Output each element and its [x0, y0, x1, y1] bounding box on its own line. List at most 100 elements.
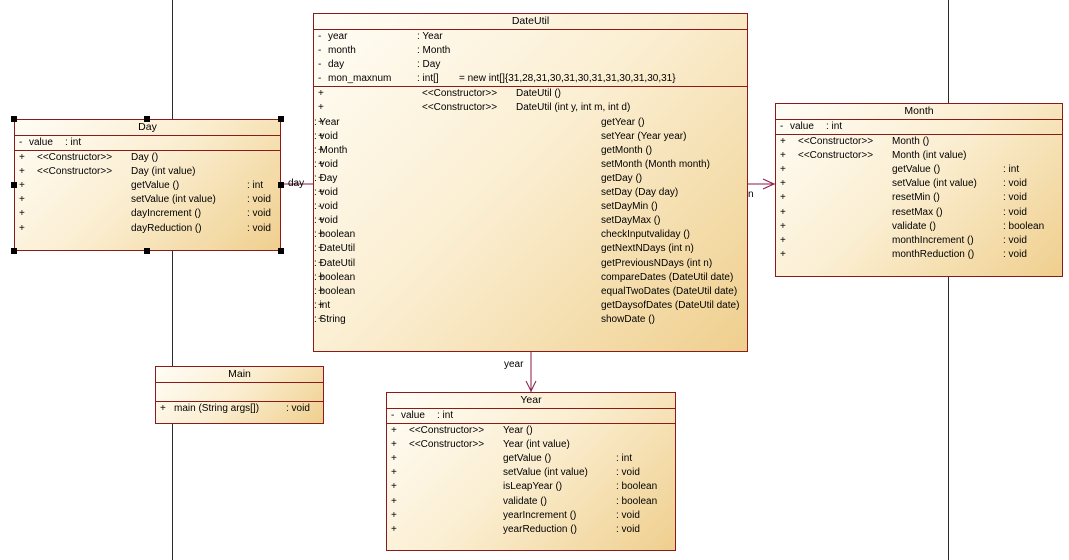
- operation-stereo: <<Constructor>>: [409, 439, 485, 451]
- selection-handle[interactable]: [11, 182, 17, 188]
- operation-row[interactable]: + showDate (): String: [314, 313, 747, 327]
- operation-row[interactable]: + getYear (): Year: [314, 116, 747, 130]
- operation-row[interactable]: + <<Constructor>> Year (int value): [387, 438, 675, 452]
- operation-row[interactable]: + setValue (int value): void: [776, 177, 1062, 191]
- operation-ret: : boolean: [616, 481, 658, 493]
- operation-ret: : void: [314, 130, 338, 142]
- operation-ret: : Day: [314, 172, 338, 184]
- attribute-row[interactable]: - day: Day: [314, 58, 747, 72]
- selection-handle[interactable]: [144, 248, 150, 254]
- operation-row[interactable]: + <<Constructor>> Day (int value): [15, 165, 280, 179]
- operation-row[interactable]: + getDaysofDates (DateUtil date): int: [314, 299, 747, 313]
- operation-vis: +: [391, 453, 397, 465]
- operation-stereo: <<Constructor>>: [798, 150, 874, 162]
- attribute-row[interactable]: - value: int: [776, 120, 1062, 134]
- operation-row[interactable]: + resetMax (): void: [776, 206, 1062, 220]
- operation-vis: +: [318, 102, 324, 114]
- operation-ret: : void: [616, 509, 640, 521]
- operation-row[interactable]: + <<Constructor>> Year (): [387, 424, 675, 438]
- attributes-section: - value: int: [387, 409, 675, 425]
- operation-row[interactable]: + getNextNDays (int n): DateUtil: [314, 242, 747, 256]
- operation-name: yearIncrement (): [503, 509, 577, 521]
- class-year[interactable]: Year - value: int + <<Constructor>> Year ()…: [386, 392, 676, 551]
- operation-ret: : void: [314, 158, 338, 170]
- operation-name: getValue (): [131, 180, 180, 192]
- selection-handle[interactable]: [278, 116, 284, 122]
- operation-ret: : void: [1003, 206, 1027, 218]
- operation-row[interactable]: + getDay (): Day: [314, 172, 747, 186]
- operation-row[interactable]: + setDay (Day day): void: [314, 186, 747, 200]
- operation-ret: : String: [314, 313, 346, 325]
- selection-handle[interactable]: [11, 116, 17, 122]
- operation-vis: +: [391, 467, 397, 479]
- operation-row[interactable]: + <<Constructor>> Day (): [15, 151, 280, 165]
- attribute-name: value: [29, 137, 53, 148]
- operation-stereo: <<Constructor>>: [37, 166, 113, 178]
- operation-name: setValue (int value): [131, 194, 216, 206]
- selection-handle[interactable]: [11, 248, 17, 254]
- operation-row[interactable]: + getValue (): int: [776, 163, 1062, 177]
- operation-ret: : boolean: [1003, 220, 1045, 232]
- operation-name: setMonth (Month month): [601, 158, 710, 170]
- operation-row[interactable]: + validate (): boolean: [776, 220, 1062, 234]
- operation-row[interactable]: + validate (): boolean: [387, 495, 675, 509]
- operation-vis: +: [391, 495, 397, 507]
- class-main[interactable]: Main + main (String args[]): void: [155, 366, 324, 424]
- operation-row[interactable]: + setYear (Year year): void: [314, 130, 747, 144]
- attribute-name: value: [790, 121, 814, 132]
- operation-name: validate (): [503, 495, 547, 507]
- operation-vis: +: [160, 403, 166, 414]
- operation-row[interactable]: + yearReduction (): void: [387, 523, 675, 537]
- operation-row[interactable]: + resetMin (): void: [776, 191, 1062, 205]
- operation-row[interactable]: + setValue (int value): void: [15, 193, 280, 207]
- class-dateutil[interactable]: DateUtil - year: Year - month: Month - day: D…: [313, 13, 748, 352]
- attribute-type: : Month: [417, 45, 451, 57]
- operation-row[interactable]: + monthIncrement (): void: [776, 234, 1062, 248]
- operation-name: Year (int value): [503, 439, 570, 451]
- operation-vis: +: [780, 178, 786, 190]
- class-day[interactable]: Day - value: int + <<Constructor>> Day () + <…: [14, 119, 281, 251]
- selection-handle[interactable]: [278, 182, 284, 188]
- operation-name: equalTwoDates (DateUtil date): [601, 285, 738, 297]
- attribute-row[interactable]: - mon_maxnum: int[] = new int[]{31,28,31,3…: [314, 72, 747, 86]
- operation-row[interactable]: + <<Constructor>> DateUtil (int y, int m, …: [314, 101, 747, 115]
- operation-row[interactable]: + equalTwoDates (DateUtil date): boolean: [314, 285, 747, 299]
- operation-row[interactable]: + monthReduction (): void: [776, 248, 1062, 262]
- operation-row[interactable]: + getValue (): int: [387, 452, 675, 466]
- operation-ret: : void: [247, 222, 271, 234]
- attribute-vis: -: [318, 59, 322, 71]
- operation-row[interactable]: + getMonth (): Month: [314, 144, 747, 158]
- selection-handle[interactable]: [144, 116, 150, 122]
- operation-name: getValue (): [503, 453, 552, 465]
- operation-row[interactable]: + checkInputvaliday (): boolean: [314, 228, 747, 242]
- operation-name: DateUtil (): [516, 88, 562, 100]
- operation-row[interactable]: + setDayMax (): void: [314, 214, 747, 228]
- attribute-row[interactable]: - year: Year: [314, 30, 747, 44]
- operation-vis: +: [19, 152, 25, 164]
- operation-row[interactable]: + yearIncrement (): void: [387, 509, 675, 523]
- operation-row[interactable]: + setMonth (Month month): void: [314, 158, 747, 172]
- operation-row[interactable]: + getValue (): int: [15, 179, 280, 193]
- operation-vis: +: [780, 234, 786, 246]
- operation-row[interactable]: - setDayMin (): void: [314, 200, 747, 214]
- operation-ret: : boolean: [314, 229, 356, 241]
- attribute-row[interactable]: - value: int: [387, 409, 675, 423]
- selection-handle[interactable]: [278, 248, 284, 254]
- operation-stereo: <<Constructor>>: [37, 152, 113, 164]
- operation-row[interactable]: + main (String args[]): void: [156, 402, 323, 416]
- operation-row[interactable]: + <<Constructor>> Month (): [776, 135, 1062, 149]
- operation-row[interactable]: + <<Constructor>> DateUtil (): [314, 87, 747, 101]
- attribute-row[interactable]: - value: int: [15, 136, 280, 150]
- operation-row[interactable]: + setValue (int value): void: [387, 466, 675, 480]
- operation-row[interactable]: + isLeapYear (): boolean: [387, 480, 675, 494]
- operation-row[interactable]: + dayReduction (): void: [15, 222, 280, 236]
- operation-row[interactable]: + getPreviousNDays (int n): DateUtil: [314, 257, 747, 271]
- operation-row[interactable]: + dayIncrement (): void: [15, 207, 280, 221]
- operation-ret: : void: [247, 194, 271, 206]
- attribute-row[interactable]: - month: Month: [314, 44, 747, 58]
- operation-row[interactable]: + compareDates (DateUtil date): boolean: [314, 271, 747, 285]
- class-month[interactable]: Month - value: int + <<Constructor>> Month …: [775, 103, 1063, 277]
- attributes-section: - year: Year - month: Month - day: Day - mon_ma…: [314, 30, 747, 88]
- operation-row[interactable]: + <<Constructor>> Month (int value): [776, 149, 1062, 163]
- operation-name: Year (): [503, 425, 533, 437]
